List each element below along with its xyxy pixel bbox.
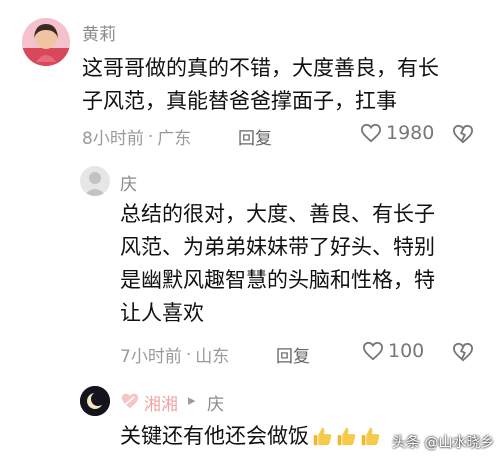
user-avatar[interactable] [80,386,110,416]
dislike-button[interactable] [452,342,474,362]
reply-comment-1: 庆 总结的很对，大度、善良、有长子 风范、为弟弟妹妹带了好头、特别 是幽默风趣智… [0,160,500,370]
reply-text-line: 总结的很对，大度、善良、有长子 [120,202,435,226]
user-avatar[interactable] [22,18,70,66]
dislike-icon [452,342,474,362]
reply-text: 总结的很对，大度、善良、有长子 风范、为弟弟妹妹带了好头、特别 是幽默风趣智慧的… [120,198,490,330]
reply-button[interactable]: 回复 [238,124,272,149]
reply-time: 7小时前 [120,347,182,367]
meta-dot: · [185,344,192,365]
comment-1: 黄莉 这哥哥做的真的不错，大度善良，有长 子风范，真能替爸爸撑面子，扛事 8小时… [0,0,500,158]
like-icon [360,123,382,143]
dislike-button[interactable] [452,124,474,144]
like-count: 1980 [386,122,435,144]
reply-text-line: 让人喜欢 [120,301,204,325]
comment-text: 这哥哥做的真的不错，大度善良，有长 子风范，真能替爸爸撑面子，扛事 [82,52,492,118]
like-button[interactable]: 1980 [360,122,434,144]
default-avatar-icon[interactable] [80,166,110,196]
reply-to-username[interactable]: 庆 [207,390,224,415]
reply-username[interactable]: 湘湘 [144,390,178,415]
meta-dot: · [147,126,154,147]
comment-location: 广东 [157,129,192,149]
comment-text-line: 这哥哥做的真的不错，大度善良，有长 [82,56,439,80]
reply-location: 山东 [195,347,230,367]
comment-meta: 8小时前 · 广东 [82,124,192,150]
reply-arrow-icon: ▸ [188,391,196,409]
heart-username-icon [120,392,140,414]
comment-username[interactable]: 黄莉 [82,20,116,45]
thumbs-up-icon [359,424,381,446]
thumbs-up-icon [335,424,357,446]
comment-time: 8小时前 [82,129,144,149]
reply-text-content: 关键还有他还会做饭 [120,424,309,448]
like-count: 100 [388,340,425,362]
like-button[interactable]: 100 [362,340,424,362]
watermark: 头条 @山水晓乡 [392,435,495,451]
dislike-icon [452,124,474,144]
reply-text-line: 是幽默风趣智慧的头脑和性格，特 [120,268,435,292]
reply-button[interactable]: 回复 [276,342,310,367]
reply-text-line: 风范、为弟弟妹妹带了好头、特别 [120,235,435,259]
reply-username[interactable]: 庆 [120,170,137,195]
reply-meta: 7小时前 · 山东 [120,342,230,368]
thumbs-up-icon [311,424,333,446]
like-icon [362,341,384,361]
comment-text-line: 子风范，真能替爸爸撑面子，扛事 [82,89,397,113]
